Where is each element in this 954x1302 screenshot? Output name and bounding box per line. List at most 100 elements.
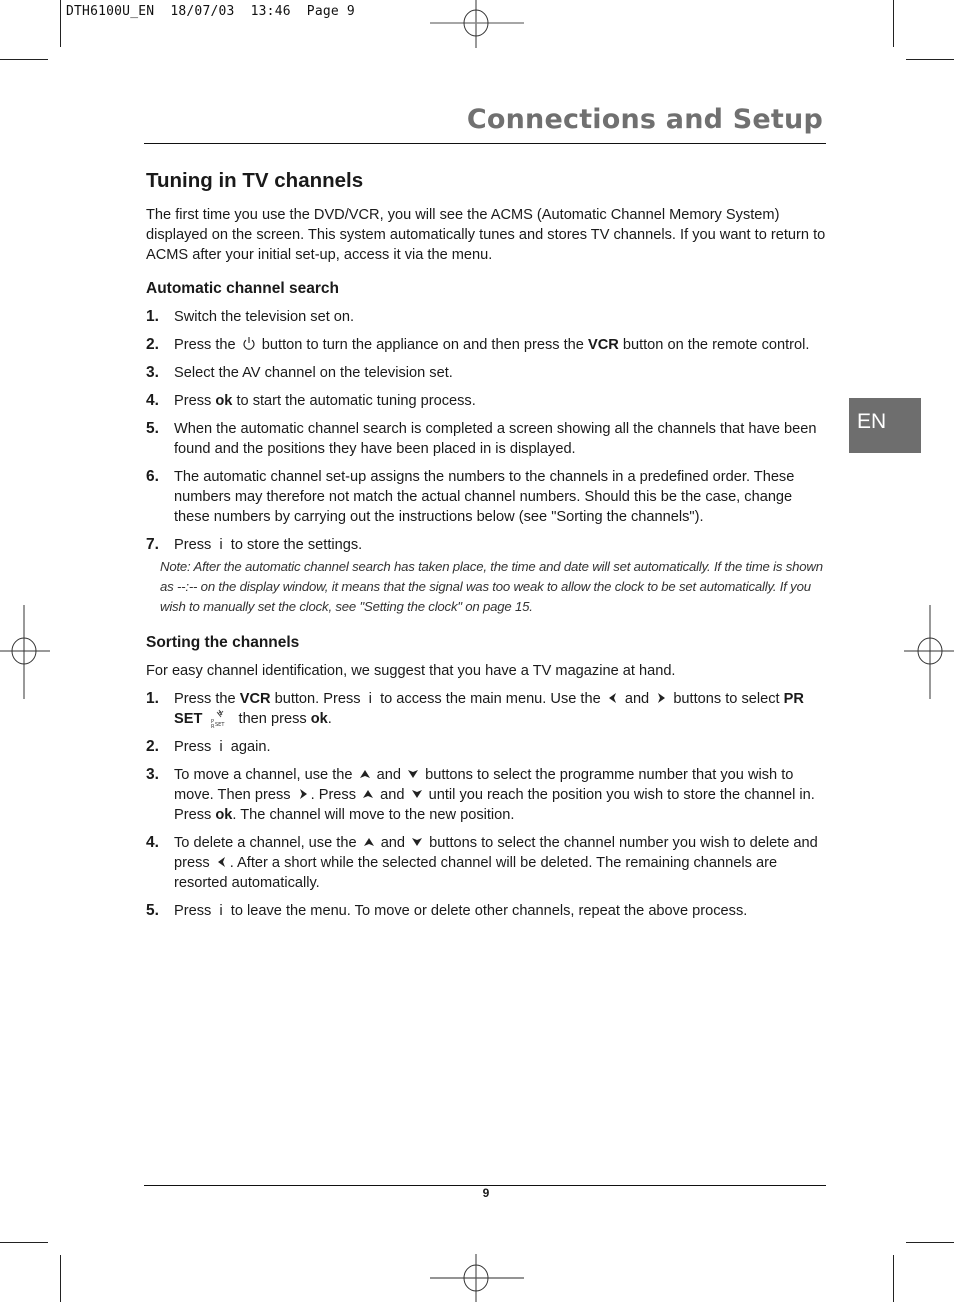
registration-mark-bottom: [430, 1254, 524, 1302]
list-item: 2. Press i again.: [146, 737, 826, 757]
crop-mark: [893, 1255, 894, 1302]
down-arrow-icon: [408, 770, 419, 778]
up-arrow-icon: [363, 790, 374, 798]
step-text: Press i again.: [174, 737, 826, 757]
list-item: 3. Select the AV channel on the televisi…: [146, 363, 826, 383]
text-fragment: button on the remote control.: [622, 337, 810, 353]
list-item: 7. Press i to store the settings.: [146, 535, 826, 555]
list-item: 2. Press the button to turn the applianc…: [146, 335, 826, 355]
step-text: Press i to store the settings.: [174, 535, 826, 555]
text-fragment: then press: [238, 711, 307, 727]
registration-mark-left: [0, 605, 50, 699]
button-name-ok: ok: [310, 711, 328, 727]
crop-mark: [0, 1242, 48, 1243]
crop-mark: [0, 59, 48, 60]
right-arrow-icon: [299, 789, 307, 799]
list-item: 4. Press ok to start the automatic tunin…: [146, 391, 826, 411]
info-icon: i: [368, 690, 372, 707]
text-fragment: buttons to select: [673, 691, 780, 707]
button-name-ok: ok: [215, 393, 233, 409]
subsection-title-sorting: Sorting the channels: [146, 634, 300, 651]
down-arrow-icon: [411, 790, 422, 798]
list-item: 1. Press the VCR button. Press i to acce…: [146, 689, 826, 729]
list-item: 6. The automatic channel set-up assigns …: [146, 467, 826, 527]
text-fragment: and: [380, 835, 406, 851]
registration-mark-top: [430, 0, 524, 48]
page-title: Connections and Setup: [466, 104, 823, 135]
section-intro: The first time you use the DVD/VCR, you …: [146, 207, 826, 263]
step-number: 4.: [146, 392, 159, 409]
sorting-intro: For easy channel identification, we sugg…: [146, 663, 676, 679]
crop-mark: [893, 0, 894, 47]
text-fragment: and: [376, 767, 401, 783]
info-icon: i: [219, 536, 223, 553]
text-fragment: . Press: [310, 787, 357, 803]
text-fragment: Press: [174, 393, 212, 409]
step-text: To delete a channel, use the and buttons…: [174, 833, 826, 893]
text-fragment: to access the main menu. Use the: [380, 691, 601, 707]
step-number: 1.: [146, 690, 159, 707]
list-item: 3. To move a channel, use the and button…: [146, 765, 826, 825]
step-number: 3.: [146, 766, 159, 783]
language-tab: EN: [849, 398, 921, 453]
right-arrow-icon: [658, 693, 666, 703]
text-fragment: . After a short while the selected chann…: [174, 855, 778, 891]
text-fragment: Press the: [174, 691, 236, 707]
section-title: Tuning in TV channels: [146, 169, 364, 192]
step-number: 6.: [146, 468, 159, 485]
text-fragment: Press: [174, 739, 212, 755]
button-name-vcr: VCR: [587, 337, 619, 353]
list-item: 4. To delete a channel, use the and butt…: [146, 833, 826, 893]
list-item: 5. When the automatic channel search is …: [146, 419, 826, 459]
text-fragment: to store the settings.: [230, 537, 363, 553]
down-arrow-icon: [412, 838, 423, 846]
text-fragment: Press: [174, 537, 212, 553]
text-fragment: and: [380, 787, 405, 803]
left-arrow-icon: [217, 857, 225, 867]
up-arrow-icon: [359, 770, 370, 778]
step-text: Press ok to start the automatic tuning p…: [174, 391, 826, 411]
crop-mark: [906, 1242, 954, 1243]
text-fragment: .: [327, 711, 332, 727]
list-item: 5. Press i to leave the menu. To move or…: [146, 901, 826, 921]
step-number: 5.: [146, 902, 159, 919]
text-fragment: and: [624, 691, 650, 707]
step-text: Press the VCR button. Press i to access …: [174, 689, 826, 729]
crop-mark: [906, 59, 954, 60]
step-number: 2.: [146, 738, 159, 755]
text-fragment: button. Press: [274, 691, 361, 707]
text-fragment: To move a channel, use the: [174, 767, 353, 783]
step-number: 4.: [146, 834, 159, 851]
power-icon: [243, 337, 255, 350]
step-number: 5.: [146, 420, 159, 437]
pr-set-icon: P R SET: [211, 709, 226, 729]
step-text: Switch the television set on.: [174, 309, 355, 325]
step-number: 1.: [146, 308, 159, 325]
header-divider: [144, 143, 826, 144]
text-fragment: button to turn the appliance on and then…: [261, 337, 584, 353]
text-fragment: . The channel will move to the new posit…: [232, 807, 515, 823]
step-number: 3.: [146, 364, 159, 381]
step-number: 7.: [146, 536, 159, 553]
button-name-vcr: VCR: [239, 691, 271, 707]
text-fragment: again.: [230, 739, 271, 755]
print-slug: DTH6100U_EN 18/07/03 13:46 Page 9: [66, 4, 355, 19]
list-item: 1. Switch the television set on.: [146, 307, 826, 327]
subsection-title-auto-search: Automatic channel search: [146, 280, 339, 297]
step-text: The automatic channel set-up assigns the…: [174, 469, 795, 525]
page-number: 9: [482, 1186, 490, 1200]
crop-mark: [60, 1255, 61, 1302]
text-fragment: To delete a channel, use the: [174, 835, 357, 851]
text-fragment: Press: [174, 903, 212, 919]
crop-mark: [60, 0, 61, 47]
sorting-steps: 1. Press the VCR button. Press i to acce…: [146, 689, 826, 921]
svg-text:SET: SET: [215, 722, 225, 728]
step-number: 2.: [146, 336, 159, 353]
step-text: Press i to leave the menu. To move or de…: [174, 901, 826, 921]
content-column: Tuning in TV channels The first time you…: [146, 168, 826, 929]
step-text: When the automatic channel search is com…: [174, 421, 817, 457]
left-arrow-icon: [608, 693, 616, 703]
text-fragment: to start the automatic tuning process.: [236, 393, 476, 409]
info-icon: i: [219, 738, 223, 755]
step-text: Press the button to turn the appliance o…: [174, 335, 826, 355]
